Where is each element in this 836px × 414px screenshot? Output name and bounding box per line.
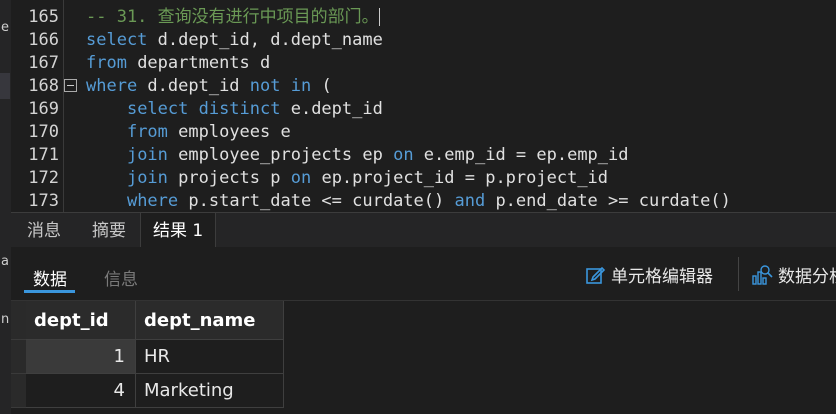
result-subbar: 数据 信息 单元格编辑器 数据分析 [11, 247, 836, 301]
code-line[interactable]: 166 select d.dept_id, d.dept_name [11, 29, 836, 52]
sql-keyword: on [290, 168, 312, 188]
sql-keyword: join [126, 145, 168, 165]
line-number: 169 [28, 99, 59, 119]
code-line[interactable]: 167 from departments d [11, 52, 836, 75]
line-number: 165 [28, 7, 59, 27]
text-cursor [378, 8, 380, 26]
fold-toggle-icon[interactable] [64, 79, 77, 92]
sql-text: ep.project_id = p.project_id [311, 168, 609, 188]
sql-keyword: from [126, 122, 168, 142]
sql-keyword: select [86, 30, 148, 50]
code-line[interactable]: 171 join employee_projects ep on e.emp_i… [11, 144, 836, 167]
cell-editor-label: 单元格编辑器 [611, 267, 713, 287]
sql-text: employees e [167, 122, 291, 142]
sql-keyword: where [86, 76, 138, 96]
row-selector-header [11, 301, 26, 340]
line-number: 170 [28, 122, 59, 142]
sql-keyword: not in [249, 76, 312, 96]
left-strip-char: e [1, 20, 9, 35]
column-header-dept-id[interactable]: dept_id [26, 301, 136, 340]
subtab-active-indicator [24, 290, 75, 293]
code-text: -- 31. 查询没有进行中项目的部门。 [86, 6, 380, 29]
chart-icon [752, 265, 773, 285]
sql-keyword: and [454, 191, 486, 211]
data-analysis-label: 数据分析 [778, 267, 836, 287]
code-text: join employee_projects ep on e.emp_id = … [86, 144, 629, 167]
code-text: select distinct e.dept_id [86, 98, 383, 121]
code-text: join projects p on ep.project_id = p.pro… [86, 167, 608, 190]
code-line[interactable]: 169 select distinct e.dept_id [11, 98, 836, 121]
column-header-dept-name[interactable]: dept_name [136, 301, 284, 340]
sql-keyword: on [393, 145, 414, 165]
code-line[interactable]: 172 join projects p on ep.project_id = p… [11, 167, 836, 190]
sql-text: d.dept_id [137, 76, 250, 96]
left-strip-char: n [1, 312, 10, 327]
sql-text: p.start_date <= curdate() [178, 191, 455, 211]
code-text: where p.start_date <= curdate() and p.en… [86, 190, 731, 212]
sql-keyword: from [86, 53, 127, 73]
left-strip-selection [0, 73, 10, 99]
result-tabs: 消息 摘要 结果 1 [11, 212, 836, 248]
line-number: 166 [28, 30, 59, 50]
table-cell-dept-id[interactable]: 4 [26, 374, 136, 408]
row-selector[interactable] [11, 340, 26, 374]
sql-text: projects p [167, 168, 291, 188]
tab-summary[interactable]: 摘要 [80, 213, 138, 248]
tab-result-1[interactable]: 结果 1 [140, 213, 217, 248]
cell-editor-button[interactable]: 单元格编辑器 [585, 262, 713, 287]
line-number: 171 [28, 145, 59, 165]
data-analysis-button[interactable]: 数据分析 [751, 262, 836, 287]
line-number: 172 [28, 168, 59, 188]
toolbar-separator [738, 257, 739, 291]
line-number: 168 [28, 76, 59, 96]
sql-text: e.emp_id = ep.emp_id [413, 145, 629, 165]
table-cell-dept-name[interactable]: HR [136, 340, 284, 374]
sql-text: d.dept_id, d.dept_name [147, 30, 383, 50]
sql-text: e.dept_id [280, 99, 383, 119]
sql-keyword: join [126, 168, 168, 188]
sql-comment: -- 31. 查询没有进行中项目的部门。 [86, 7, 379, 27]
code-text: from employees e [86, 121, 291, 144]
code-line[interactable]: 168 where d.dept_id not in ( [11, 75, 836, 98]
sql-editor[interactable]: 165 -- 31. 查询没有进行中项目的部门。 166 select d.dept_… [11, 0, 836, 212]
code-line[interactable]: 165 -- 31. 查询没有进行中项目的部门。 [11, 6, 836, 29]
code-text: where d.dept_id not in ( [86, 75, 332, 98]
sql-keyword: select distinct [126, 99, 281, 119]
sql-text: departments d [126, 53, 271, 73]
tab-messages[interactable]: 消息 [15, 213, 73, 248]
result-grid[interactable]: dept_id dept_name 1 HR 4 Marketing [11, 301, 836, 414]
sql-text: employee_projects ep [167, 145, 394, 165]
row-selector[interactable] [11, 374, 26, 408]
table-cell-dept-name[interactable]: Marketing [136, 374, 284, 408]
sql-text: ( [311, 76, 332, 96]
left-strip-char: a [1, 254, 9, 269]
code-line[interactable]: 173 where p.start_date <= curdate() and … [11, 190, 836, 212]
line-number: 173 [28, 191, 59, 211]
code-text: from departments d [86, 52, 270, 75]
subtab-data[interactable]: 数据 [33, 265, 67, 290]
code-line[interactable]: 170 from employees e [11, 121, 836, 144]
sql-text: p.end_date >= curdate() [485, 191, 731, 211]
line-number: 167 [28, 53, 59, 73]
table-cell-dept-id[interactable]: 1 [26, 340, 136, 374]
code-text: select d.dept_id, d.dept_name [86, 29, 383, 52]
sql-keyword: where [126, 191, 179, 211]
subtab-info[interactable]: 信息 [104, 265, 138, 290]
edit-icon [586, 266, 606, 284]
